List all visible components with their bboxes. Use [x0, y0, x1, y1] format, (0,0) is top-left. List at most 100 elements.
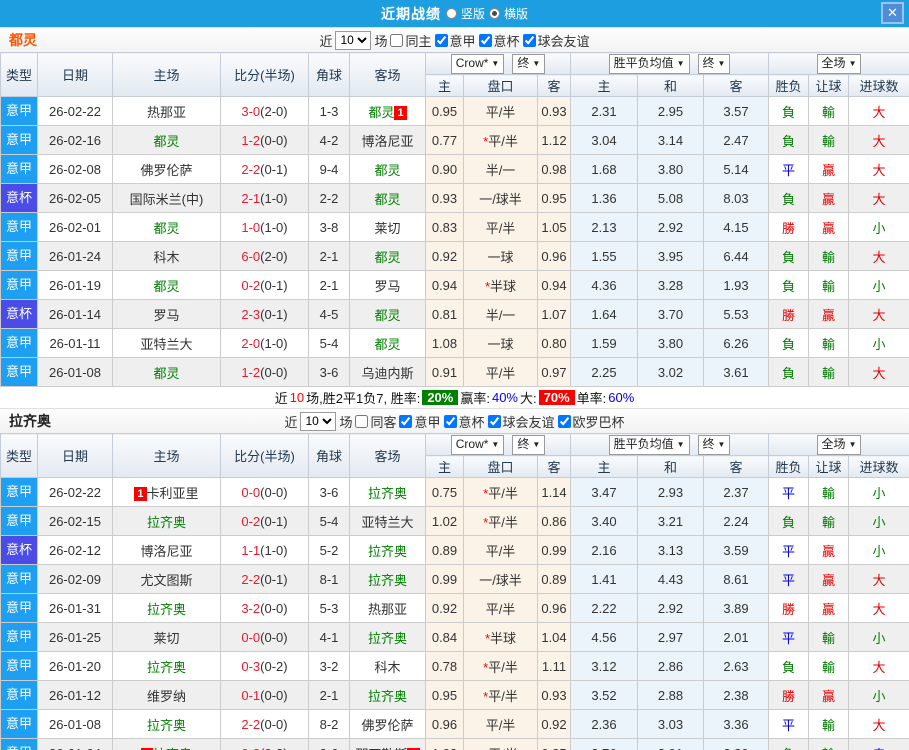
checkbox-input[interactable]	[443, 414, 457, 428]
table-row: 意甲 26-02-09 尤文图斯 2-2(0-1) 8-1 拉齐奥 0.99 一…	[0, 564, 909, 594]
col-header-handicap: 盘口	[463, 74, 538, 97]
goals-result: 小	[848, 680, 909, 710]
table-row: 意甲 26-01-08 拉齐奥 2-2(0-0) 8-2 佛罗伦萨 0.96 平…	[0, 709, 909, 739]
handicap-cell: 平/半	[463, 593, 538, 623]
recent-count-select[interactable]: 10	[335, 30, 372, 50]
away-team-name: 莱切	[374, 220, 401, 236]
filter-checkbox[interactable]: 球会友谊	[487, 412, 555, 431]
home-odds: 1.08	[425, 328, 464, 358]
handicap-value: 平/半	[488, 514, 518, 530]
radio-horizontal-layout[interactable]	[489, 8, 500, 19]
fulltime-score: 0-2	[241, 746, 260, 750]
handicap-cell: 半/一	[463, 154, 538, 184]
avg-draw-odds: 3.80	[637, 328, 704, 358]
filter-checkbox[interactable]: 意杯	[443, 412, 485, 431]
fulltime-score: 0-2	[241, 277, 261, 293]
goals-result: 大	[848, 96, 909, 126]
filter-checkbox[interactable]: 同主	[390, 31, 432, 50]
away-team-name: 乌迪内斯	[361, 365, 414, 381]
win-loss-result: 勝	[768, 680, 810, 710]
goals-result: 大	[848, 241, 909, 271]
away-team-name: 那不勒斯	[355, 747, 407, 750]
away-odds: 0.92	[537, 709, 571, 739]
odds-stage-select[interactable]: 终	[512, 434, 546, 455]
win-loss-result: 負	[768, 506, 810, 536]
halftime-score: (0-1)	[260, 161, 288, 177]
match-date: 26-02-09	[37, 564, 113, 594]
score-cell: 1-1(1-0)	[220, 535, 309, 565]
checkbox-input[interactable]	[522, 33, 536, 47]
filter-checkbox[interactable]: 欧罗巴杯	[557, 412, 625, 431]
avg-draw-odds: 3.21	[637, 506, 704, 536]
score-cell: 0-0(0-0)	[220, 477, 309, 507]
home-team-cell: 尤文图斯	[112, 564, 221, 594]
corner-score: 8-1	[308, 564, 350, 594]
avg-home-odds: 2.36	[570, 709, 638, 739]
checkbox-input[interactable]	[355, 414, 369, 428]
match-date: 26-02-08	[37, 154, 113, 184]
avg-draw-odds: 2.86	[637, 651, 704, 681]
handicap-value: 一/球半	[479, 572, 522, 588]
avg-away-odds: 2.01	[702, 622, 770, 652]
handicap-result: 贏	[808, 299, 850, 329]
corner-score: 2-2	[308, 183, 350, 213]
odds-stage-select[interactable]: 终	[512, 53, 546, 74]
handicap-cell: 一球	[463, 241, 538, 271]
corner-score: 2-6	[308, 738, 350, 750]
win-loss-result: 負	[768, 651, 810, 681]
checkbox-input[interactable]	[478, 33, 492, 47]
halftime-score: (0-1)	[260, 277, 288, 293]
match-type-badge: 意杯	[1, 300, 37, 328]
corner-score: 2-1	[308, 241, 350, 271]
odds-source-select[interactable]: Crow*	[450, 53, 505, 74]
checkbox-input[interactable]	[434, 33, 448, 47]
home-team-name: 佛罗伦萨	[140, 162, 193, 178]
radio-vertical-layout[interactable]	[445, 8, 457, 19]
score-cell: 2-2(0-1)	[220, 154, 309, 184]
scope-select[interactable]: 全场	[816, 53, 862, 74]
checkbox-input[interactable]	[487, 414, 501, 428]
near-label: 近	[284, 414, 298, 430]
filter-checkbox[interactable]: 意杯	[478, 31, 520, 50]
handicap-cell: 平/半	[463, 212, 538, 242]
results-table: 类型 日期 主场 比分(半场) 角球 客场 Crow*终 胜平负均值终 全场	[0, 52, 909, 387]
filter-checkbox[interactable]: 球会友谊	[522, 31, 590, 50]
handicap-result: 贏	[808, 154, 850, 184]
table-row: 意杯 26-01-14 罗马 2-3(0-1) 4-5 都灵 0.81 半/一 …	[0, 299, 909, 329]
checkbox-input[interactable]	[557, 414, 571, 428]
scope-select[interactable]: 全场	[816, 434, 862, 455]
avg-stage-select[interactable]: 终	[697, 434, 731, 455]
home-team-name: 莱切	[153, 630, 180, 646]
summary-odds-rate: 40%	[491, 390, 518, 405]
match-date: 26-01-20	[37, 651, 113, 681]
checkbox-label: 意甲	[414, 414, 441, 430]
handicap-result: 輸	[808, 241, 850, 271]
close-button[interactable]: ✕	[881, 2, 904, 24]
avg-away-odds: 8.03	[702, 183, 770, 213]
match-type-cell: 意甲	[0, 593, 38, 623]
checkbox-input[interactable]	[399, 414, 413, 428]
table-row: 意甲 26-02-22 热那亚 3-0(2-0) 1-3 都灵 1 0.95 平/…	[0, 96, 909, 126]
team-section: 拉齐奥 近 10 场 同客 意甲 意杯 球会友谊 欧罗巴杯 类型 日期 主场 比…	[0, 408, 909, 750]
recent-count-select[interactable]: 10	[300, 411, 337, 431]
score-cell: 6-0(2-0)	[220, 241, 309, 271]
handicap-cell: *半球	[463, 622, 538, 652]
handicap-result: 輸	[808, 622, 850, 652]
avg-stage-select[interactable]: 终	[697, 53, 731, 74]
avg-metric-select[interactable]: 胜平负均值	[608, 53, 690, 74]
checkbox-input[interactable]	[390, 33, 404, 47]
odds-source-select[interactable]: Crow*	[450, 434, 505, 455]
fulltime-score: 1-0	[241, 219, 261, 235]
filter-checkbox[interactable]: 同客	[355, 412, 396, 431]
handicap-cell: 一/球半	[463, 564, 538, 594]
avg-metric-select[interactable]: 胜平负均值	[608, 434, 690, 455]
filter-checkbox[interactable]: 意甲	[434, 31, 476, 50]
goals-result: 大	[848, 709, 909, 739]
halftime-score: (0-0)	[260, 687, 288, 703]
away-odds: 0.95	[537, 183, 571, 213]
filter-checkbox[interactable]: 意甲	[399, 412, 441, 431]
win-loss-result: 平	[768, 154, 810, 184]
match-type-badge: 意杯	[1, 536, 37, 564]
fulltime-score: 0-1	[241, 687, 261, 703]
away-team-name: 热那亚	[367, 601, 407, 617]
